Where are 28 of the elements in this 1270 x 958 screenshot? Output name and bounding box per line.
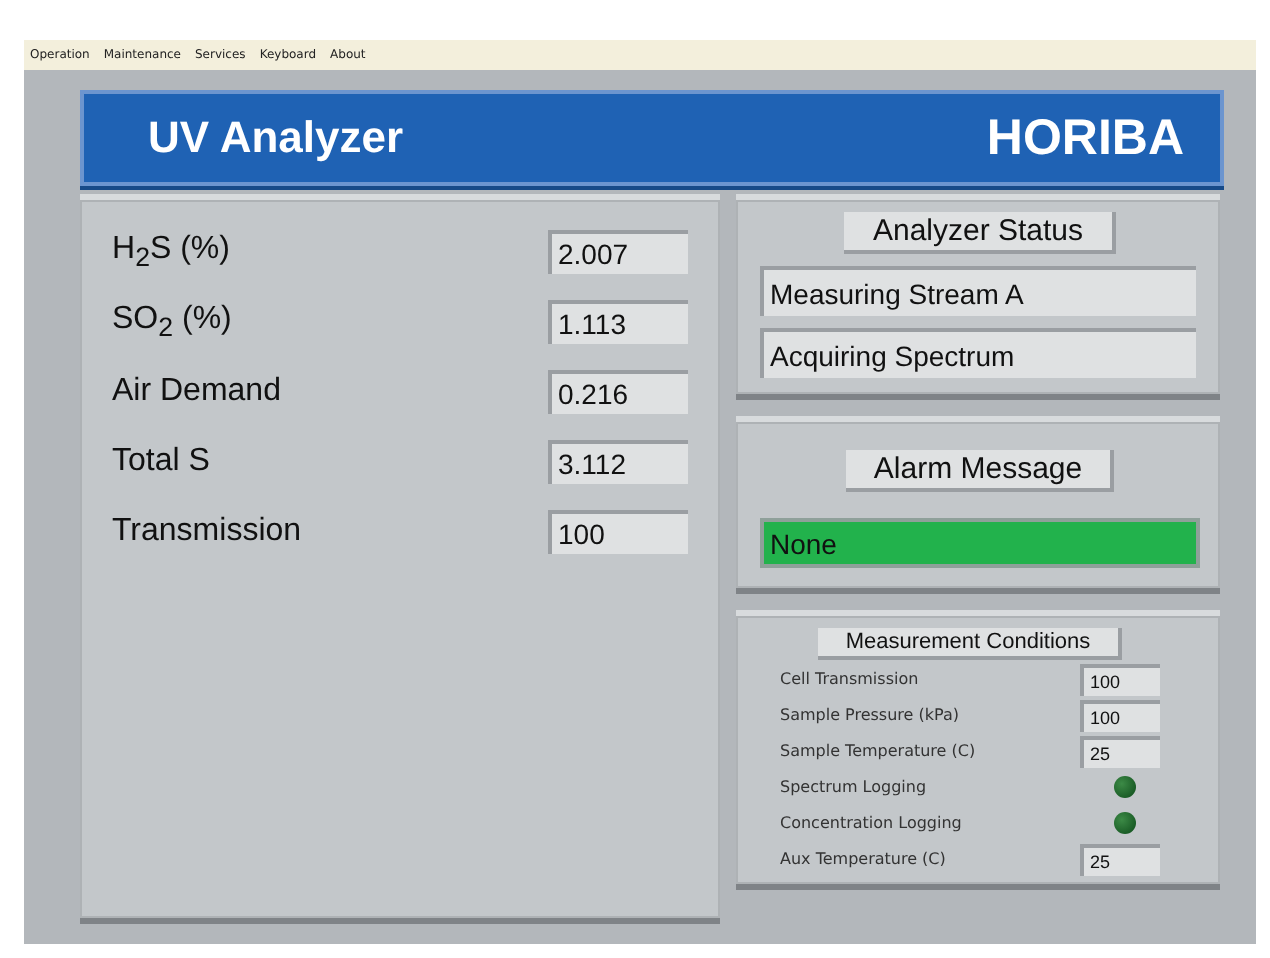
- reading-label: Total S: [112, 444, 210, 480]
- condition-label: Sample Pressure (kPa): [780, 706, 959, 724]
- reading-label: Air Demand: [112, 374, 281, 410]
- reading-value: 0.216: [548, 370, 688, 414]
- reading-value: 3.112: [548, 440, 688, 484]
- reading-label: Transmission: [112, 514, 302, 550]
- status-field: Measuring Stream A: [760, 266, 1196, 316]
- condition-value: 100: [1080, 699, 1160, 731]
- condition-value: 25: [1080, 735, 1160, 767]
- panel-title: Analyzer Status: [844, 212, 1116, 254]
- condition-label: Spectrum Logging: [780, 778, 927, 796]
- condition-label: Sample Temperature (C): [780, 742, 976, 760]
- condition-value: 100: [1080, 663, 1160, 695]
- condition-label: Aux Temperature (C): [780, 850, 946, 868]
- condition-label: Concentration Logging: [780, 814, 962, 832]
- reading-value: 2.007: [548, 230, 688, 274]
- panel-title: Alarm Message: [845, 450, 1115, 492]
- app-title: UV Analyzer: [148, 112, 404, 164]
- reading-value: 1.113: [548, 300, 688, 344]
- status-field: Acquiring Spectrum: [760, 328, 1196, 378]
- condition-value: 25: [1080, 843, 1160, 875]
- reading-label: H$_{2}$S (%): [112, 231, 230, 273]
- reading-value: 100: [548, 510, 688, 554]
- panel-title: Measurement Conditions: [817, 628, 1123, 660]
- reading-label: SO$_{2}$ (%): [112, 301, 232, 343]
- alarm-message: None: [760, 518, 1200, 568]
- condition-label: Cell Transmission: [780, 670, 919, 688]
- brand-name: HORIBA: [986, 109, 1184, 167]
